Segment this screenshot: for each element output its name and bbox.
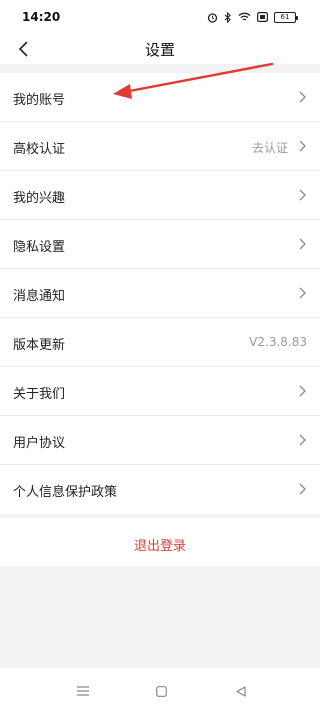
chevron-right-icon: [299, 238, 306, 250]
settings-row-privacy-policy[interactable]: 个人信息保护政策: [0, 465, 320, 514]
row-value: 去认证: [251, 141, 288, 155]
alarm-icon: [207, 12, 218, 23]
logout-section: 退出登录: [0, 518, 320, 566]
chevron-right-icon: [299, 483, 306, 495]
row-label: 用户协议: [13, 436, 66, 451]
status-icons: 61: [207, 11, 298, 23]
row-label: 高校认证: [13, 142, 66, 157]
status-bar: 14:20 61: [0, 0, 320, 34]
system-nav-bar: [0, 668, 320, 714]
settings-row-privacy[interactable]: 隐私设置: [0, 220, 320, 269]
chevron-right-icon: [299, 385, 306, 397]
settings-row-about[interactable]: 关于我们: [0, 367, 320, 416]
settings-row-university-verify[interactable]: 高校认证 去认证: [0, 122, 320, 171]
row-label: 我的账号: [13, 93, 66, 108]
page-title: 设置: [144, 41, 175, 59]
version-value: V2.3.8.83: [249, 335, 307, 349]
back-triangle-icon: [236, 685, 246, 697]
home-button[interactable]: [153, 684, 169, 698]
logout-button[interactable]: 退出登录: [0, 535, 320, 554]
row-label: 版本更新: [13, 338, 66, 353]
system-back-button[interactable]: [233, 684, 249, 698]
sim-icon: [257, 12, 268, 22]
row-label: 个人信息保护政策: [13, 485, 118, 500]
settings-row-version-update[interactable]: 版本更新 V2.3.8.83: [0, 318, 320, 367]
nav-bar: 设置: [0, 34, 320, 64]
menu-button[interactable]: [75, 684, 91, 698]
row-label: 我的兴趣: [13, 191, 66, 206]
chevron-right-icon: [299, 287, 306, 299]
settings-row-user-agreement[interactable]: 用户协议: [0, 416, 320, 465]
battery-icon: 61: [274, 11, 298, 23]
chevron-right-icon: [299, 434, 306, 446]
home-icon: [155, 685, 167, 697]
wifi-icon: [238, 12, 251, 22]
row-label: 消息通知: [13, 289, 66, 304]
row-label: 关于我们: [13, 387, 66, 402]
status-time: 14:20: [22, 10, 61, 24]
row-label: 隐私设置: [13, 240, 66, 255]
settings-row-interests[interactable]: 我的兴趣: [0, 171, 320, 220]
chevron-right-icon: [299, 91, 306, 103]
settings-list: 我的账号 高校认证 去认证 我的兴趣 隐私设置 消息通知 版本更新 V2.3.8…: [0, 73, 320, 514]
chevron-right-icon: [299, 189, 306, 201]
settings-row-notifications[interactable]: 消息通知: [0, 269, 320, 318]
chevron-right-icon: [299, 140, 306, 152]
menu-icon: [77, 686, 89, 696]
bluetooth-icon: [224, 11, 232, 23]
settings-row-account[interactable]: 我的账号: [0, 73, 320, 122]
